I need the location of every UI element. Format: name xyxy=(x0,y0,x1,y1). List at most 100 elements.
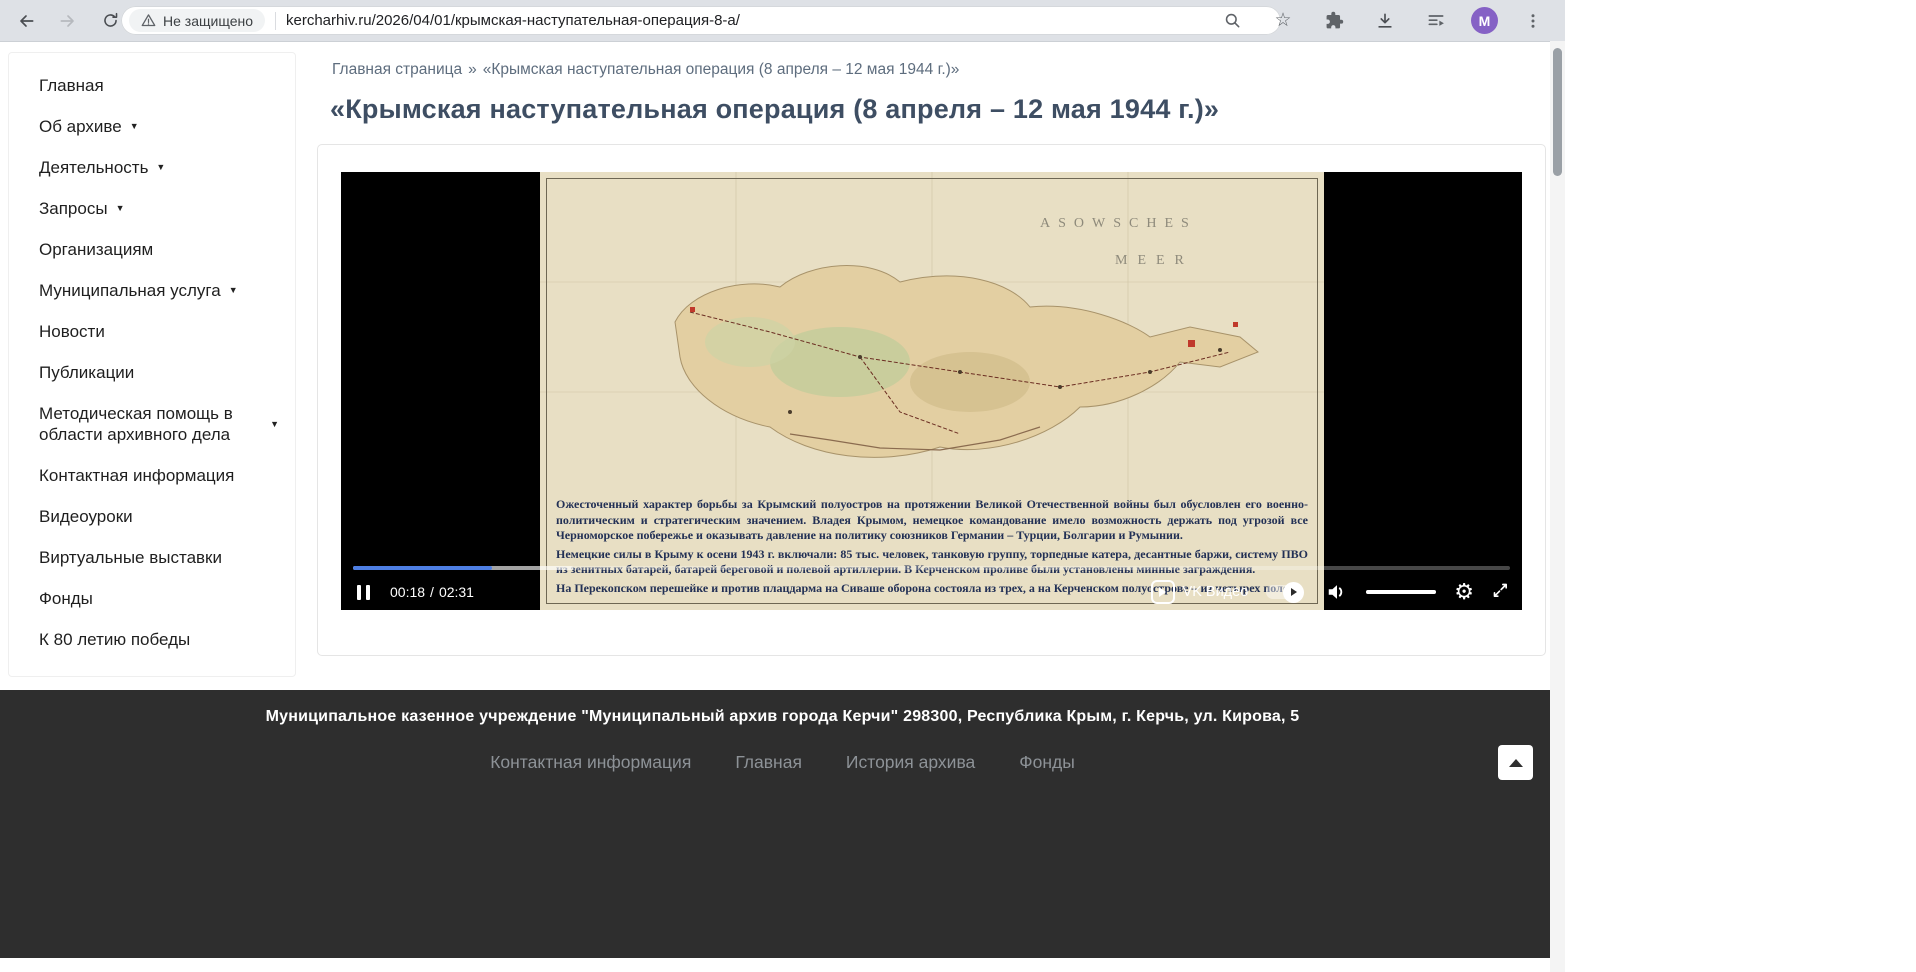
time-display: 00:18 / 02:31 xyxy=(390,584,474,600)
sidebar-item-label: Методическая помощь в области архивного … xyxy=(39,403,270,445)
sidebar-item[interactable]: Публикации xyxy=(9,352,295,393)
back-icon xyxy=(16,11,36,31)
volume-slider[interactable] xyxy=(1366,590,1436,594)
sidebar-item[interactable]: Организациям xyxy=(9,229,295,270)
vk-video-logo-icon xyxy=(1151,580,1175,604)
sidebar-item[interactable]: Новости xyxy=(9,311,295,352)
vk-video-label: VK Видео xyxy=(1183,584,1249,600)
zoom-button[interactable] xyxy=(1216,5,1248,37)
volume-icon[interactable] xyxy=(1326,581,1348,603)
footer-link[interactable]: Контактная информация xyxy=(490,752,691,773)
browser-window: Не защищено kercharhiv.ru/2026/04/01/кры… xyxy=(0,0,1565,972)
back-button[interactable] xyxy=(10,5,42,37)
settings-gear-icon[interactable]: ⚙ xyxy=(1454,581,1474,603)
bookmark-button[interactable]: ☆ xyxy=(1267,5,1299,37)
sidebar-item-label: Об архиве xyxy=(39,116,122,137)
footer-link[interactable]: Главная xyxy=(735,752,802,773)
warning-icon xyxy=(141,13,156,28)
sea-label-azov: ASOWSCHES xyxy=(1040,216,1197,231)
zoom-icon xyxy=(1223,11,1242,30)
profile-avatar[interactable]: M xyxy=(1471,7,1498,34)
browser-toolbar: Не защищено kercharhiv.ru/2026/04/01/кры… xyxy=(0,0,1565,42)
sidebar-item-label: Виртуальные выставки xyxy=(39,547,222,568)
time-total: 02:31 xyxy=(439,584,474,600)
caption-paragraph: Немецкие силы в Крыму к осени 1943 г. вк… xyxy=(556,547,1308,578)
volume-fill xyxy=(1366,590,1436,594)
video-frame-map: ASOWSCHES MEER xyxy=(540,172,1324,610)
breadcrumb-separator: » xyxy=(468,61,477,78)
footer-link[interactable]: История архива xyxy=(846,752,975,773)
video-card: ASOWSCHES MEER xyxy=(317,144,1546,656)
address-bar[interactable]: Не защищено kercharhiv.ru/2026/04/01/кры… xyxy=(121,6,1281,35)
sidebar-item[interactable]: Фонды xyxy=(9,578,295,619)
crimea-map-art: ASOWSCHES MEER xyxy=(540,172,1324,502)
security-label: Не защищено xyxy=(163,13,253,29)
footer-links: Контактная информация Главная История архи… xyxy=(0,752,1565,773)
controls-left: 00:18 / 02:31 xyxy=(353,581,474,604)
footer-address: Муниципальное казенное учреждение "Муниц… xyxy=(0,690,1565,726)
breadcrumb-home-link[interactable]: Главная страница xyxy=(332,61,462,78)
sidebar-item[interactable]: Деятельность▼ xyxy=(9,147,295,188)
sidebar-item-label: Видеоуроки xyxy=(39,506,133,527)
toolbar-right-icons: ☆ M xyxy=(1216,0,1549,41)
sidebar-item[interactable]: Методическая помощь в области архивного … xyxy=(9,393,295,455)
extensions-button[interactable] xyxy=(1318,5,1350,37)
pause-icon xyxy=(366,585,370,600)
sidebar-item-label: Главная xyxy=(39,75,104,96)
star-icon: ☆ xyxy=(1274,11,1291,30)
sidebar-item-label: К 80 летию победы xyxy=(39,629,190,650)
sidebar-nav: ГлавнаяОб архиве▼Деятельность▼Запросы▼Ор… xyxy=(8,52,296,677)
menu-button[interactable] xyxy=(1517,5,1549,37)
caption-paragraph: Ожесточенный характер борьбы за Крымский… xyxy=(556,497,1308,544)
sidebar-item[interactable]: Запросы ▼ xyxy=(9,188,295,229)
page-footer: Муниципальное казенное учреждение "Муниц… xyxy=(0,690,1565,958)
sidebar-item-label: Деятельность xyxy=(39,157,148,178)
sidebar-item[interactable]: Видеоуроки xyxy=(9,496,295,537)
url-text: kercharhiv.ru/2026/04/01/крымская-наступ… xyxy=(286,12,740,29)
sea-label-meer: MEER xyxy=(1115,253,1194,268)
sidebar-item-label: Публикации xyxy=(39,362,134,383)
sidebar-item-label: Фонды xyxy=(39,588,93,609)
breadcrumb-current: «Крымская наступательная операция (8 апр… xyxy=(483,61,960,78)
forward-icon xyxy=(58,11,78,31)
sidebar-item[interactable]: Контактная информация xyxy=(9,455,295,496)
fullscreen-icon[interactable] xyxy=(1492,582,1512,602)
downloads-button[interactable] xyxy=(1369,5,1401,37)
sidebar-item-label: Контактная информация xyxy=(39,465,234,486)
progress-fill xyxy=(353,566,492,570)
media-controls-button[interactable] xyxy=(1420,5,1452,37)
time-separator: / xyxy=(430,584,434,600)
vk-video-brand[interactable]: VK Видео xyxy=(1151,580,1249,604)
player-controls: 00:18 / 02:31 VK Видео ⚙ xyxy=(353,576,1512,608)
sidebar-item[interactable]: Муниципальная услуга▼ xyxy=(9,270,295,311)
page-title: «Крымская наступательная операция (8 апр… xyxy=(330,94,1219,125)
download-icon xyxy=(1375,11,1395,31)
breadcrumb: Главная страница » «Крымская наступательна… xyxy=(332,61,959,79)
autoplay-toggle[interactable] xyxy=(1266,585,1300,599)
pause-button[interactable] xyxy=(353,581,374,604)
chevron-down-icon: ▼ xyxy=(130,116,139,137)
sidebar-item[interactable]: К 80 летию победы xyxy=(9,619,295,660)
sidebar-item-label: Запросы xyxy=(39,198,108,219)
forward-button[interactable] xyxy=(52,5,84,37)
sidebar-item[interactable]: Главная xyxy=(9,65,295,106)
progress-bar[interactable] xyxy=(353,566,1510,570)
chevron-down-icon: ▼ xyxy=(229,280,238,301)
scroll-to-top-button[interactable] xyxy=(1498,745,1533,780)
kebab-menu-icon xyxy=(1524,12,1542,30)
scrollbar-track[interactable] xyxy=(1550,41,1565,972)
security-chip[interactable]: Не защищено xyxy=(129,9,265,32)
sidebar-item[interactable]: Об архиве ▼ xyxy=(9,106,295,147)
sidebar-item[interactable]: Виртуальные выставки xyxy=(9,537,295,578)
chevron-down-icon: ▼ xyxy=(270,414,279,435)
toggle-knob-play-icon xyxy=(1283,582,1304,603)
puzzle-icon xyxy=(1325,11,1344,30)
chevron-down-icon: ▼ xyxy=(116,198,125,219)
reload-icon xyxy=(101,11,120,30)
video-player[interactable]: ASOWSCHES MEER xyxy=(341,172,1522,610)
chip-divider xyxy=(275,12,276,30)
media-controls-icon xyxy=(1426,11,1446,31)
screen: Не защищено kercharhiv.ru/2026/04/01/кры… xyxy=(0,0,1916,972)
footer-link[interactable]: Фонды xyxy=(1019,752,1075,773)
scrollbar-thumb[interactable] xyxy=(1553,48,1562,176)
